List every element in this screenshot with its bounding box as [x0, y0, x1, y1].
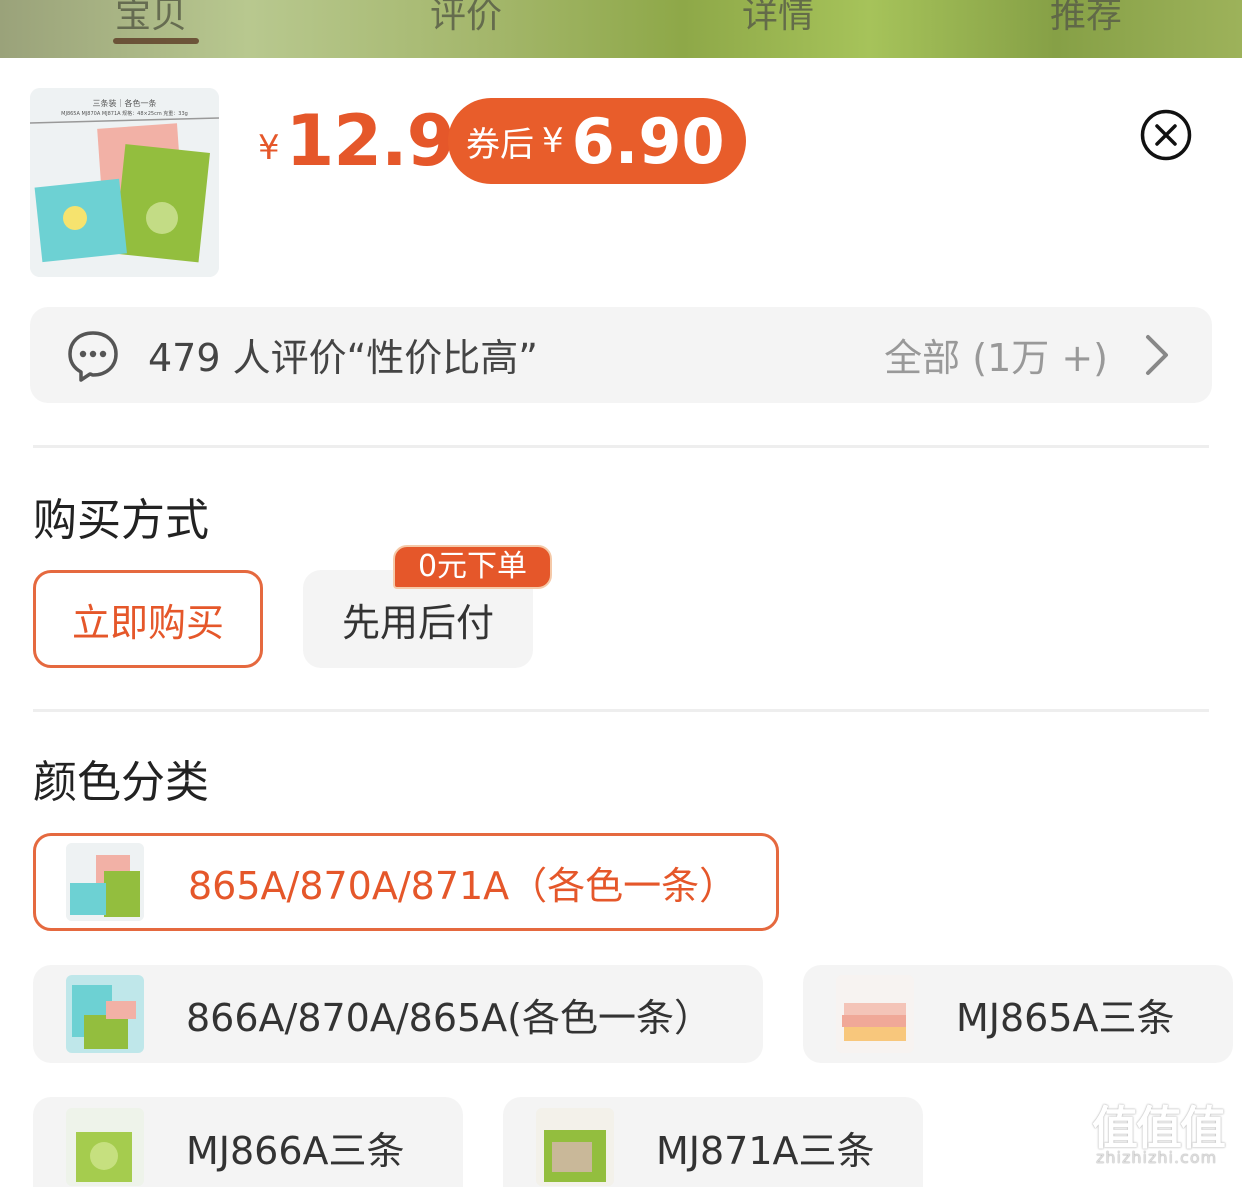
review-all-link[interactable]: 全部 (1万 +): [884, 327, 1108, 382]
review-summary-text: 479 人评价“性价比高”: [148, 336, 538, 380]
price-currency: ¥: [258, 128, 280, 168]
color-option-label: MJ866A三条: [186, 1128, 405, 1173]
tab-baobei[interactable]: 宝贝: [115, 0, 187, 38]
purchase-method-title: 购买方式: [33, 495, 209, 546]
coupon-currency: ¥: [542, 121, 564, 161]
product-thumbnail[interactable]: 三条装｜各色一条 MJ865A MJ870A MJ871A 规格：48×25cm…: [30, 88, 219, 277]
tab-pingjia[interactable]: 评价: [430, 0, 502, 38]
close-button[interactable]: [1140, 109, 1192, 161]
color-option-MJ865A[interactable]: MJ865A三条: [803, 965, 1233, 1063]
color-option-MJ866A[interactable]: MJ866A三条: [33, 1097, 463, 1187]
color-option-MJ871A[interactable]: MJ871A三条: [503, 1097, 923, 1187]
option-buy-now-label: 立即购买: [71, 600, 224, 645]
review-summary-bar[interactable]: 479 人评价“性价比高” 全部 (1万 +): [30, 307, 1212, 403]
color-option-label: 865A/870A/871A（各色一条）: [188, 863, 738, 908]
background-header: 宝贝 评价 详情 推荐: [0, 0, 1242, 58]
color-option-thumb: [66, 975, 144, 1053]
thumb-caption: 三条装｜各色一条 MJ865A MJ870A MJ871A 规格：48×25cm…: [30, 98, 219, 120]
thumb-caption-line2: MJ865A MJ870A MJ871A 规格：48×25cm 克重：33g: [61, 111, 188, 117]
price-block: ¥ 12.9: [258, 98, 456, 184]
tab-tuijian[interactable]: 推荐: [1050, 0, 1122, 38]
option-pay-later-label: 先用后付: [341, 600, 494, 645]
active-tab-indicator: [113, 38, 199, 44]
thumb-caption-line1: 三条装｜各色一条: [92, 99, 157, 108]
chevron-right-icon: [1146, 335, 1168, 375]
divider: [33, 709, 1209, 712]
site-watermark: 值值值 zhizhizhi.com: [1090, 1092, 1240, 1172]
watermark-url: zhizhizhi.com: [1096, 1148, 1218, 1167]
color-option-thumb: [66, 1108, 144, 1186]
color-category-title: 颜色分类: [33, 757, 209, 808]
color-option-label: 866A/870A/865A(各色一条）: [186, 995, 713, 1040]
tab-xiangqing[interactable]: 详情: [742, 0, 814, 38]
chat-bubble-icon: [68, 331, 118, 382]
color-option-label: MJ865A三条: [956, 995, 1175, 1040]
coupon-price-pill: 券后 ¥ 6.90: [448, 98, 746, 184]
color-option-label: MJ871A三条: [656, 1128, 875, 1173]
divider: [33, 445, 1209, 448]
coupon-label: 券后: [466, 124, 534, 165]
close-icon: [1140, 109, 1192, 161]
price-value: 12.9: [285, 100, 456, 182]
color-option-866A-870A-865A[interactable]: 866A/870A/865A(各色一条）: [33, 965, 763, 1063]
color-option-865A-870A-871A[interactable]: 865A/870A/871A（各色一条）: [33, 833, 779, 931]
zero-down-badge: 0元下单: [393, 545, 552, 589]
option-buy-now[interactable]: 立即购买: [33, 570, 263, 668]
color-option-thumb: [536, 1108, 614, 1186]
color-option-thumb: [66, 843, 144, 921]
color-option-thumb: [836, 975, 914, 1053]
coupon-price: 6.90: [571, 104, 725, 178]
